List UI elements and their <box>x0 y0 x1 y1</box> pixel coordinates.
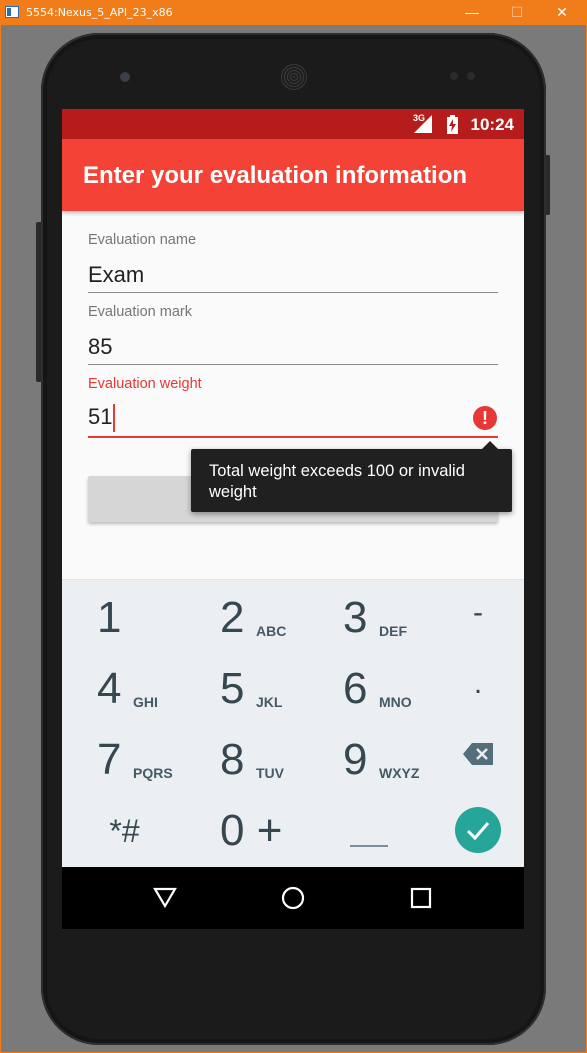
evaluation-name-label: Evaluation name <box>88 232 197 248</box>
key-3-letters: DEF <box>379 623 407 639</box>
maximize-button[interactable]: ☐ <box>497 2 537 22</box>
key-3[interactable]: 3 DEF <box>308 586 424 656</box>
earpiece-speaker-icon <box>281 64 307 90</box>
evaluation-mark-label: Evaluation mark <box>88 304 192 320</box>
key-4-digit: 4 <box>97 664 122 713</box>
space-icon <box>350 845 388 847</box>
window-title-bar[interactable]: 5554:Nexus_5_API_23_x86 — ☐ ✕ <box>0 0 587 25</box>
proximity-sensor-icon <box>450 72 458 80</box>
back-icon[interactable] <box>151 884 179 912</box>
emulator-app-icon <box>5 6 19 18</box>
key-6-digit: 6 <box>343 664 368 713</box>
window-border-left <box>0 25 1 1053</box>
battery-charging-icon <box>447 115 458 134</box>
key-4-letters: GHI <box>133 694 158 710</box>
key-2-digit: 2 <box>220 593 245 642</box>
key-8[interactable]: 8 TUV <box>185 728 301 798</box>
error-icon[interactable]: ! <box>473 406 497 430</box>
status-bar: 3G 10:24 <box>62 109 524 139</box>
page-title: Enter your evaluation information <box>83 162 468 189</box>
light-sensor-icon <box>467 72 475 80</box>
key-7[interactable]: 7 PQRS <box>62 728 178 798</box>
evaluation-mark-input[interactable]: 85 <box>88 334 112 360</box>
error-tooltip: Total weight exceeds 100 or invalid weig… <box>191 441 512 512</box>
key-9[interactable]: 9 WXYZ <box>308 728 424 798</box>
key-1-digit: 1 <box>97 593 122 642</box>
app-bar: Enter your evaluation information <box>62 139 524 211</box>
key-2-letters: ABC <box>256 623 287 639</box>
recents-icon[interactable] <box>407 884 435 912</box>
key-6-letters: MNO <box>379 694 412 710</box>
key-space[interactable] <box>308 799 424 869</box>
key-5-digit: 5 <box>220 664 245 713</box>
evaluation-name-underline <box>88 292 498 293</box>
backspace-icon[interactable] <box>463 743 493 765</box>
key-minus[interactable]: - <box>420 586 524 656</box>
key-8-digit: 8 <box>220 735 245 784</box>
evaluation-weight-value: 51 <box>88 404 113 429</box>
done-key[interactable] <box>455 807 501 853</box>
evaluation-name-input[interactable]: Exam <box>88 262 144 288</box>
navigation-bar <box>62 867 524 929</box>
key-3-digit: 3 <box>343 593 368 642</box>
window-title: 5554:Nexus_5_API_23_x86 <box>26 6 173 19</box>
evaluation-weight-input[interactable]: 51 <box>88 404 116 433</box>
device-screen: 3G 10:24 Enter your evaluation informati… <box>62 109 524 929</box>
key-5-letters: JKL <box>256 694 283 710</box>
key-4[interactable]: 4 GHI <box>62 657 178 727</box>
key-0-plus-digit: 0 + <box>220 806 283 855</box>
key-period[interactable]: . <box>420 657 524 727</box>
key-0-plus[interactable]: 0 + <box>185 799 301 869</box>
key-9-digit: 9 <box>343 735 368 784</box>
key-5[interactable]: 5 JKL <box>185 657 301 727</box>
numeric-keypad: 1 2 ABC 3 DEF - 4 GHI 5 JKL 6 MNO . 7 PQ… <box>62 579 524 868</box>
key-minus-symbol: - <box>473 596 483 629</box>
evaluation-mark-underline <box>88 364 498 365</box>
home-icon[interactable] <box>279 884 307 912</box>
key-2[interactable]: 2 ABC <box>185 586 301 656</box>
text-cursor <box>113 404 116 433</box>
front-camera-icon <box>120 72 130 82</box>
key-7-letters: PQRS <box>133 765 173 781</box>
error-message: Total weight exceeds 100 or invalid weig… <box>209 462 465 501</box>
done-check-icon <box>466 822 490 841</box>
key-9-letters: WXYZ <box>379 765 420 781</box>
key-period-symbol: . <box>473 667 483 700</box>
evaluation-weight-underline <box>88 436 498 438</box>
signal-icon <box>414 115 432 133</box>
status-time: 10:24 <box>470 115 514 134</box>
minimize-button[interactable]: — <box>452 2 492 22</box>
close-button[interactable]: ✕ <box>542 2 582 22</box>
evaluation-weight-label: Evaluation weight <box>88 376 202 392</box>
key-1[interactable]: 1 <box>62 586 178 656</box>
key-7-digit: 7 <box>97 735 122 784</box>
key-star-hash-symbol: *# <box>109 813 140 849</box>
key-star-hash[interactable]: *# <box>62 799 178 869</box>
key-6[interactable]: 6 MNO <box>308 657 424 727</box>
key-8-letters: TUV <box>256 765 284 781</box>
